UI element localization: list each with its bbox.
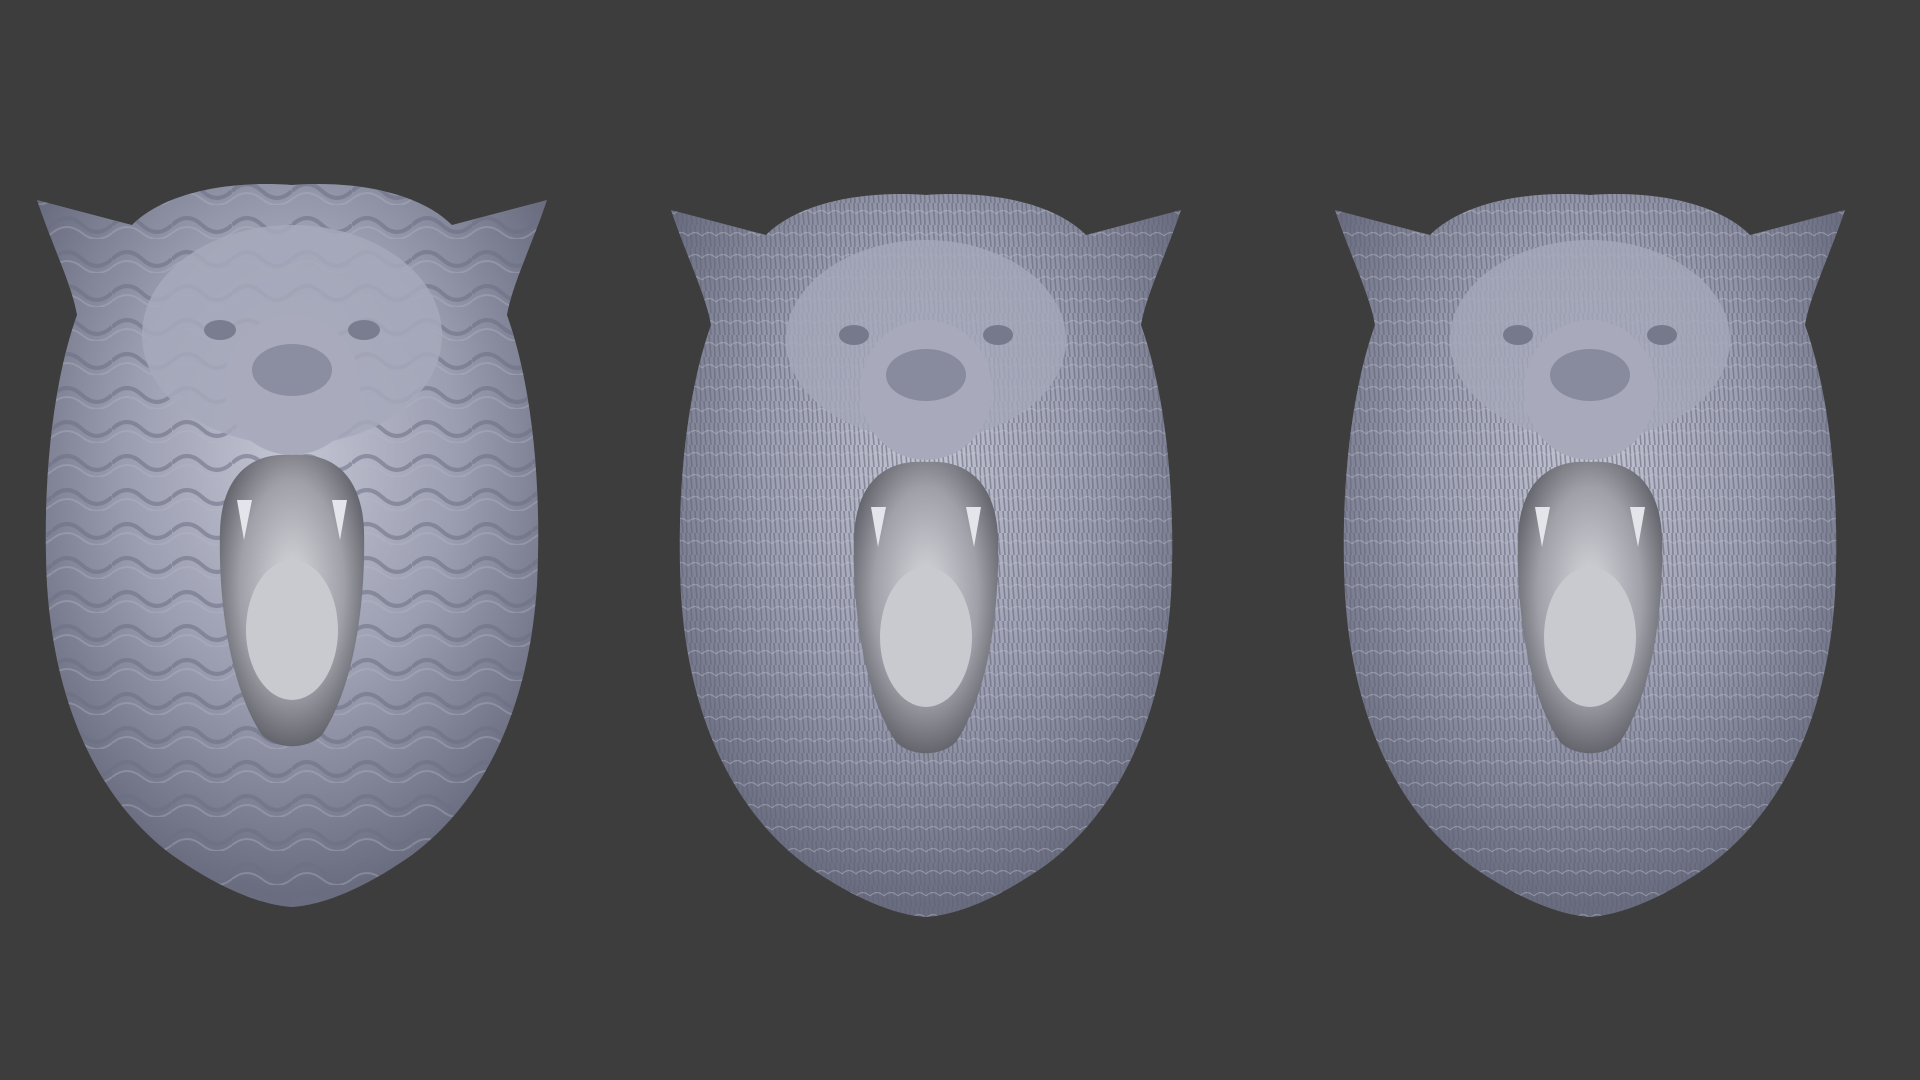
3d-viewport[interactable]: [0, 0, 1920, 1080]
wolf-head-left: [37, 184, 547, 907]
render-canvas: [37, 184, 1845, 917]
wolf-head-middle: [671, 194, 1181, 917]
wolf-head-right: [1335, 194, 1845, 917]
